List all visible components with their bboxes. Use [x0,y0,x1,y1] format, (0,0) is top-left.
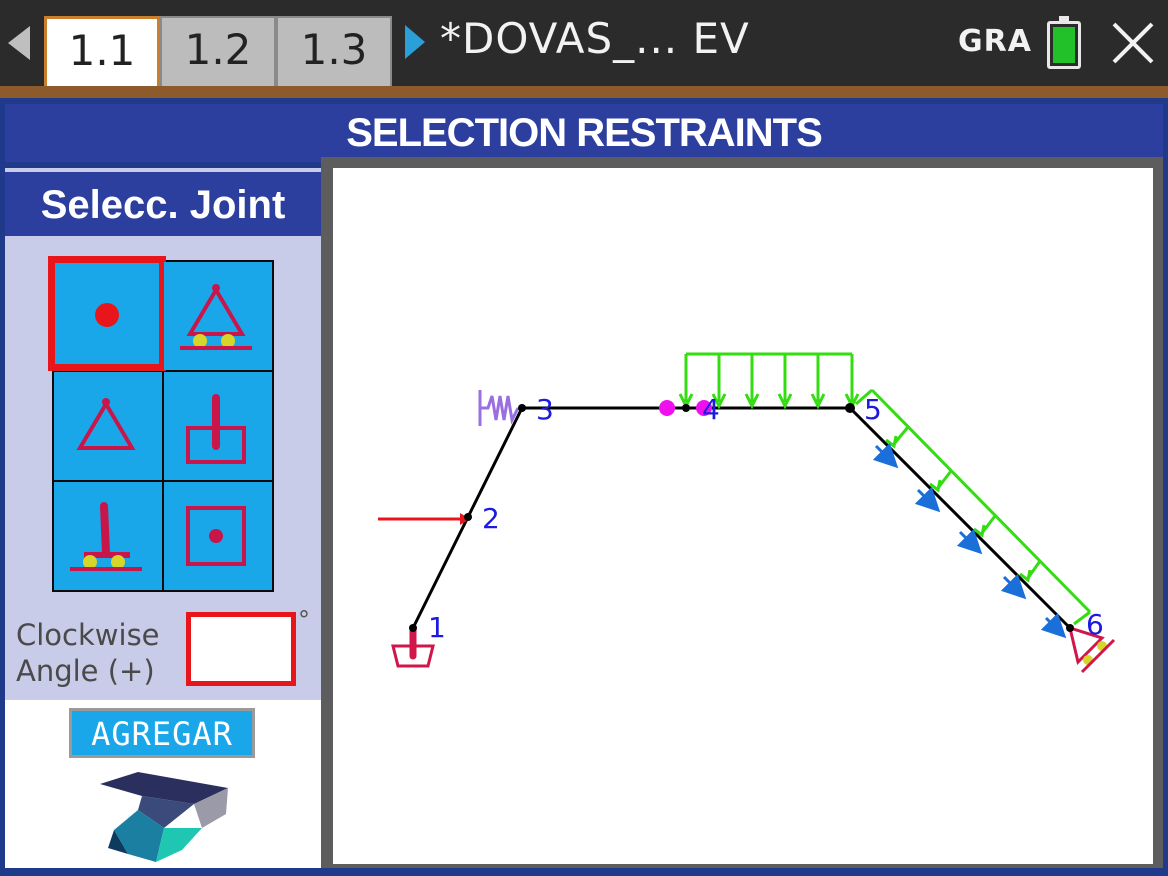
structure-drawing: 1 2 3 4 5 6 [378,352,1116,674]
degree-symbol: ° [298,606,310,634]
fixed-support-icon [186,394,246,464]
close-icon[interactable] [1108,18,1158,68]
structure-canvas[interactable]: 1 2 3 4 5 6 [333,168,1153,864]
joint-label-1: 1 [428,611,446,644]
add-button[interactable]: AGREGAR [69,708,255,758]
restraint-option-roller-fixed[interactable] [54,482,162,590]
angle-label: Clockwise Angle (+) [16,617,160,689]
spring-restraint-icon [478,390,520,426]
page-title: SELECTION RESTRAINTS [5,104,1163,162]
axial-load-arrows [872,442,1067,639]
restraint-selector-grid [48,256,274,592]
mode-indicator: GRA [958,24,1032,59]
joint-labels: 1 2 3 4 5 6 [428,393,1104,644]
tab-1-1[interactable]: 1.1 [44,16,160,96]
restraint-option-fixed-point[interactable] [164,482,272,590]
tab-1-2[interactable]: 1.2 [160,16,276,86]
frame-members [411,406,1072,630]
roller-pin-icon [180,284,252,350]
joint-label-3: 3 [536,393,554,426]
app-logo-icon [100,772,228,862]
roller-fixed-icon [70,502,142,571]
fixed-support-joint-1 [391,624,435,668]
pin-support-icon [76,398,136,450]
distributed-load-inclined [855,388,1092,626]
fixed-point-icon [186,506,246,566]
battery-level [1053,27,1075,63]
tab-underline-bar [0,86,1168,98]
document-arrow-icon[interactable] [405,25,425,59]
previous-tab-arrow-icon[interactable] [8,26,30,60]
joint-label-2: 2 [482,502,500,535]
restraint-option-roller-pin[interactable] [164,262,272,370]
angle-input[interactable] [186,612,296,686]
joint-label-4: 4 [702,393,720,426]
panel-title: Selecc. Joint [5,172,321,236]
angle-label-line2: Angle (+) [16,654,155,688]
angle-label-line1: Clockwise [16,618,160,652]
restraint-option-pin[interactable] [54,372,162,480]
point-load-arrow [378,513,470,525]
document-title[interactable]: *DOVAS_... EV [440,14,750,63]
joint-label-5: 5 [864,393,882,426]
joint-label-6: 6 [1086,608,1104,641]
battery-icon [1047,16,1081,69]
free-joint-icon [95,303,119,327]
restraint-option-fixed[interactable] [164,372,272,480]
restraint-option-free-joint[interactable] [48,256,166,371]
tab-1-3[interactable]: 1.3 [276,16,392,86]
hinge-left-icon [659,400,675,416]
